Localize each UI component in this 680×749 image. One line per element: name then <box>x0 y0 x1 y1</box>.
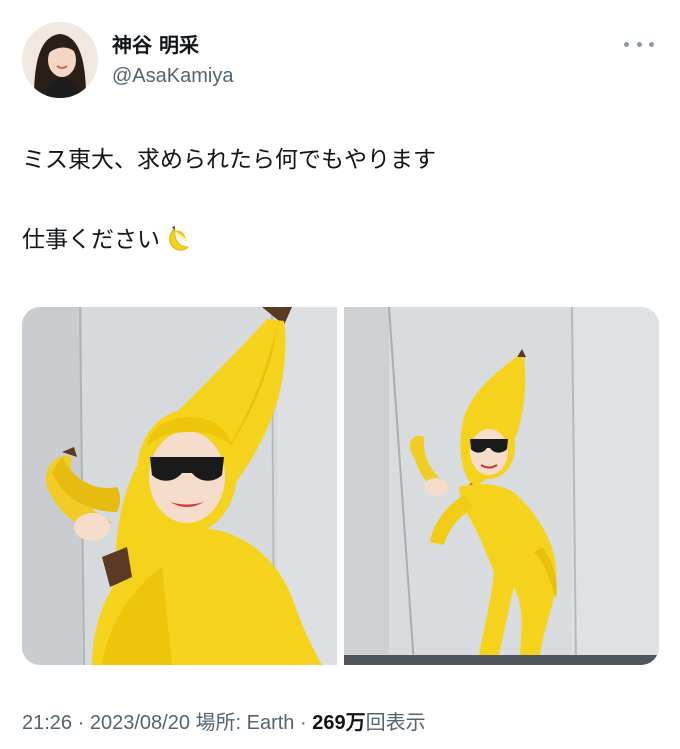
meta-separator: · <box>72 712 90 734</box>
banana-emoji-icon <box>162 223 192 266</box>
more-dot <box>624 41 629 47</box>
views-label: 回表示 <box>365 712 426 734</box>
location-link[interactable]: Earth <box>247 712 295 734</box>
media-photo-1[interactable] <box>22 307 337 665</box>
author-display-name[interactable]: 神谷 明采 <box>112 32 233 58</box>
more-dot <box>649 41 654 47</box>
more-icon[interactable] <box>624 34 654 54</box>
location-prefix: 場所: <box>189 712 247 734</box>
author-handle[interactable]: @AsaKamiya <box>112 62 233 90</box>
author-avatar[interactable] <box>22 22 98 98</box>
views-count[interactable]: 269万 <box>312 712 365 734</box>
tweet-media <box>22 307 659 665</box>
more-dot <box>636 41 642 47</box>
tweet-text-line-1: ミス東大、求められたら何でもやります <box>22 147 436 173</box>
photo-banana-fullbody-image <box>344 307 659 665</box>
tweet-text-line-2-text: 仕事ください <box>22 227 160 253</box>
media-photo-2[interactable] <box>344 307 659 665</box>
tweet-time[interactable]: 21:26 <box>22 712 72 734</box>
photo-banana-closeup-image <box>22 307 337 665</box>
tweet-header: 神谷 明采 @AsaKamiya <box>22 22 662 100</box>
tweet-text: ミス東大、求められたら何でもやります 仕事ください <box>22 140 662 266</box>
avatar-image <box>22 22 98 98</box>
meta-separator: · <box>294 712 313 734</box>
tweet-date[interactable]: 2023/08/20 <box>90 712 190 734</box>
tweet-text-line-2: 仕事ください <box>22 220 662 266</box>
author-names: 神谷 明采 @AsaKamiya <box>112 32 233 90</box>
tweet-meta: 21:26 · 2023/08/20 場所: Earth · 269万回表示 <box>22 706 426 735</box>
